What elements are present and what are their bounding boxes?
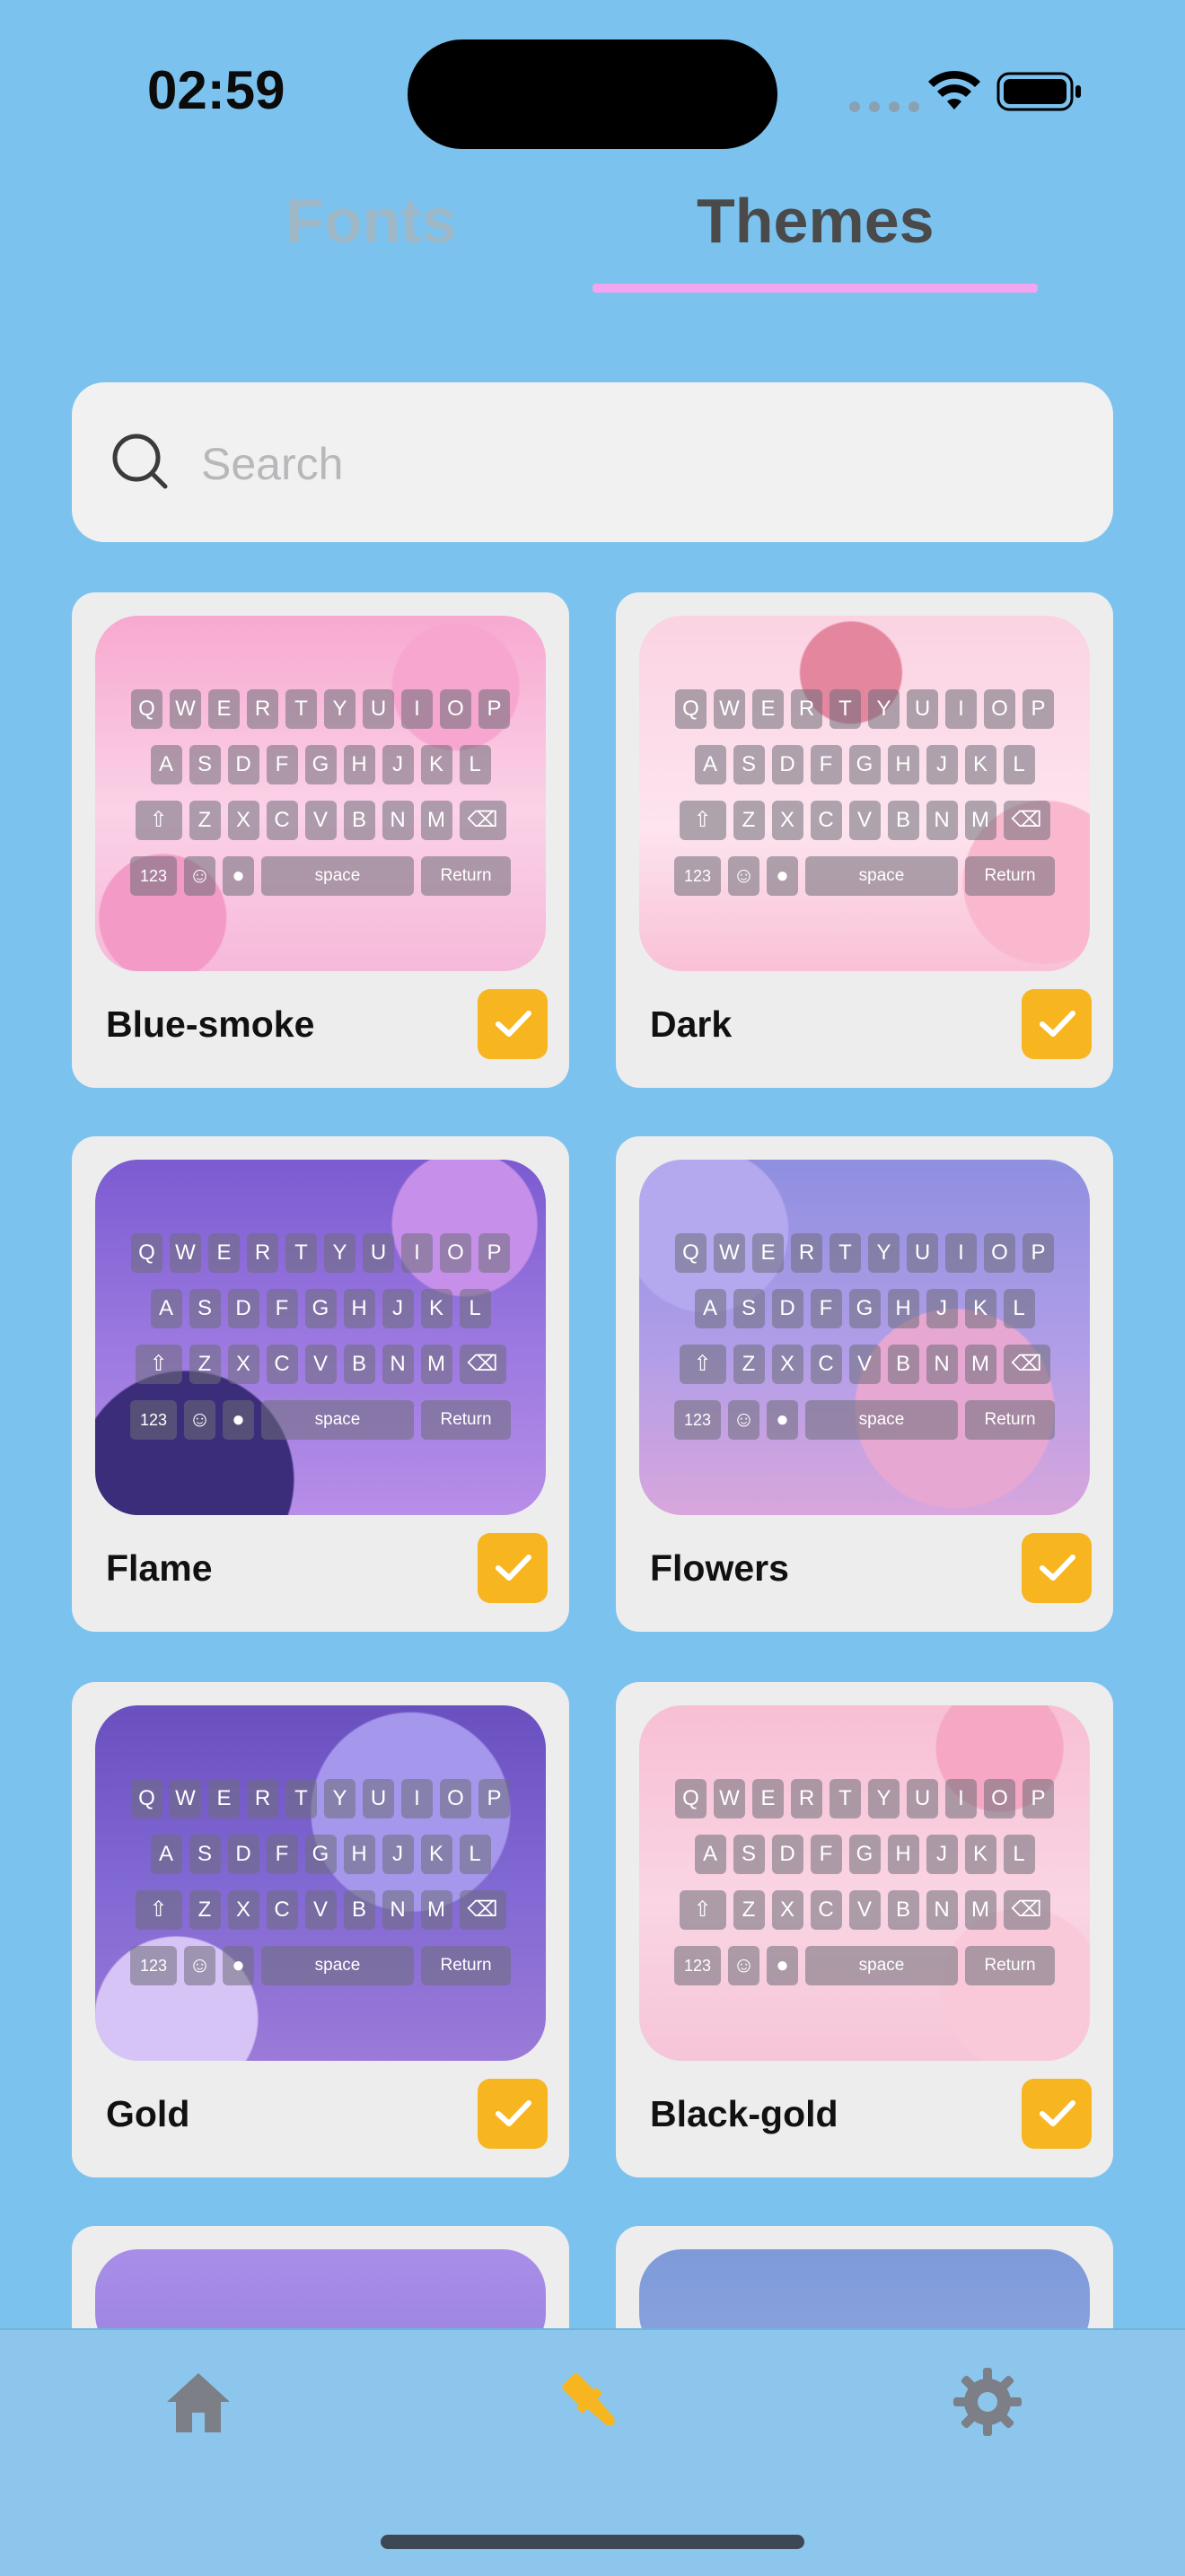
mic-icon: ● [767,1400,798,1440]
shift-icon: ⇧ [135,1890,182,1930]
checkmark-icon [496,1011,531,1037]
emoji-icon: ☺ [184,1400,215,1440]
theme-card-black-gold[interactable]: QWERTYUIOP ASDFGHJKL ⇧ Z X C V B N M ⌫ 123 ☺ ● spac… [616,1682,1113,2177]
selected-checkbox[interactable] [1022,989,1092,1059]
backspace-icon: ⌫ [459,1345,506,1384]
theme-preview: QWERTYUIOP ASDFGHJKL ⇧ Z X C V B N M ⌫ 123 ☺ ● spac… [95,1160,546,1515]
wifi-icon [928,70,980,110]
search-input[interactable] [199,427,1011,501]
theme-preview: QWERTYUIOP ASDFGHJKL ⇧ Z X C V B N M ⌫ 123 ☺ ● spac… [95,616,546,971]
theme-name: Dark [650,1003,733,1045]
checkmark-icon [496,1555,531,1581]
emoji-icon: ☺ [184,856,215,896]
theme-name: Blue-smoke [106,1003,315,1045]
theme-name: Gold [106,2093,190,2134]
theme-card-dark[interactable]: QWERTYUIOP ASDFGHJKL ⇧ Z X C V B N M ⌫ 123 ☺ ● spac… [616,592,1113,1088]
mic-icon: ● [767,1946,798,1985]
keyboard-preview: QWERTYUIOP ASDFGHJKL ⇧ Z X C V B N M ⌫ 123 ☺ ● spac… [117,689,524,912]
theme-preview: QWERTYUIOP ASDFGHJKL ⇧ Z X C V B N M ⌫ 123 ☺ ● spac… [639,1705,1090,2061]
tab-fonts[interactable]: Fonts [285,185,457,257]
selected-checkbox[interactable] [1022,1533,1092,1603]
checkmark-icon [1040,1011,1075,1037]
backspace-icon: ⌫ [1003,1890,1050,1930]
emoji-icon: ☺ [728,1946,759,1985]
battery-icon [996,72,1081,111]
theme-card-gold[interactable]: QWERTYUIOP ASDFGHJKL ⇧ Z X C V B N M ⌫ 123 ☺ ● spac… [72,1682,569,2177]
theme-preview: QWERTYUIOP ASDFGHJKL ⇧ Z X C V B N M ⌫ 123 ☺ ● spac… [639,1160,1090,1515]
theme-name: Flowers [650,1547,789,1589]
theme-card-blue-smoke[interactable]: QWERTYUIOP ASDFGHJKL ⇧ Z X C V B N M ⌫ 123 ☺ ● spac… [72,592,569,1088]
backspace-icon: ⌫ [1003,801,1050,840]
keyboard-preview: QWERTYUIOP ASDFGHJKL ⇧ Z X C V B N M ⌫ 123 ☺ ● spac… [117,1779,524,2002]
selected-checkbox[interactable] [1022,2079,1092,2149]
checkmark-icon [1040,1555,1075,1581]
checkmark-icon [1040,2100,1075,2126]
tab-themes[interactable]: Themes [697,185,935,257]
keyboard-preview: QWERTYUIOP ASDFGHJKL ⇧ Z X C V B N M ⌫ 123 ☺ ● spac… [117,1233,524,1456]
backspace-icon: ⌫ [1003,1345,1050,1384]
active-tab-indicator [592,284,1038,293]
mic-icon: ● [223,856,254,896]
theme-preview: QWERTYUIOP ASDFGHJKL ⇧ Z X C V B N M ⌫ 123 ☺ ● spac… [639,616,1090,971]
theme-card-flame[interactable]: QWERTYUIOP ASDFGHJKL ⇧ Z X C V B N M ⌫ 123 ☺ ● spac… [72,1136,569,1632]
search-icon [112,434,168,489]
checkmark-icon [496,2100,531,2126]
cellular-signal-icon [849,101,928,117]
mic-icon: ● [767,856,798,896]
shift-icon: ⇧ [135,1345,182,1384]
gear-icon[interactable] [952,2366,1023,2438]
selected-checkbox[interactable] [478,2079,548,2149]
emoji-icon: ☺ [728,856,759,896]
dynamic-island [408,39,777,149]
keyboard-preview: QWERTYUIOP ASDFGHJKL ⇧ Z X C V B N M ⌫ 123 ☺ ● spac… [661,689,1068,912]
selected-checkbox[interactable] [478,989,548,1059]
mic-icon: ● [223,1400,254,1440]
selected-checkbox[interactable] [478,1533,548,1603]
home-icon[interactable] [163,2370,233,2436]
shift-icon: ⇧ [679,801,726,840]
shift-icon: ⇧ [135,801,182,840]
status-time: 02:59 [147,60,285,120]
emoji-icon: ☺ [728,1400,759,1440]
backspace-icon: ⌫ [459,801,506,840]
backspace-icon: ⌫ [459,1890,506,1930]
emoji-icon: ☺ [184,1946,215,1985]
shift-icon: ⇧ [679,1345,726,1384]
theme-card-flowers[interactable]: QWERTYUIOP ASDFGHJKL ⇧ Z X C V B N M ⌫ 123 ☺ ● spac… [616,1136,1113,1632]
home-indicator [381,2535,804,2549]
brush-icon[interactable] [555,2366,630,2441]
shift-icon: ⇧ [679,1890,726,1930]
keyboard-preview: QWERTYUIOP ASDFGHJKL ⇧ Z X C V B N M ⌫ 123 ☺ ● spac… [661,1233,1068,1456]
theme-name: Black-gold [650,2093,838,2134]
theme-name: Flame [106,1547,213,1589]
theme-preview: QWERTYUIOP ASDFGHJKL ⇧ Z X C V B N M ⌫ 123 ☺ ● spac… [95,1705,546,2061]
keyboard-preview: QWERTYUIOP ASDFGHJKL ⇧ Z X C V B N M ⌫ 123 ☺ ● spac… [661,1779,1068,2002]
mic-icon: ● [223,1946,254,1985]
